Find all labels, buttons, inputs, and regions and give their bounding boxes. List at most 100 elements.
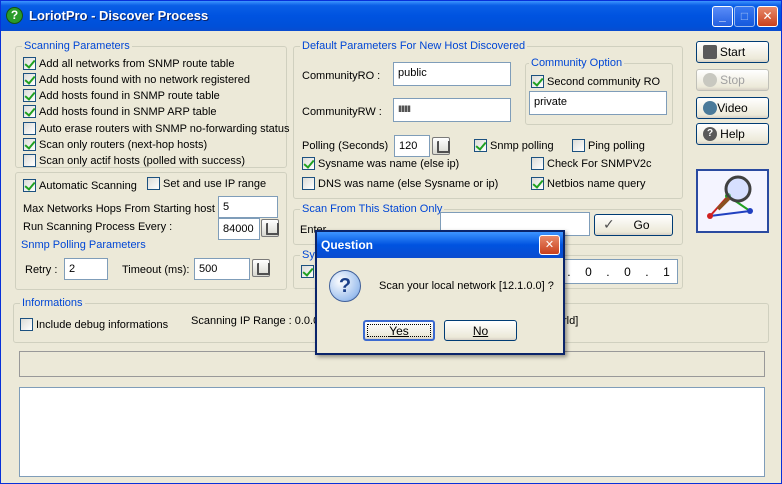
second-community-checkbox[interactable]: Second community RO — [531, 75, 660, 88]
checkbox-box — [531, 75, 544, 88]
checkbox-label: Add hosts found in SNMP ARP table — [39, 105, 217, 118]
dialog-close-button[interactable]: ✕ — [539, 235, 560, 255]
checkbox-box — [302, 177, 315, 190]
checkbox-label: Sysname was name (else ip) — [318, 157, 460, 170]
dns-checkbox[interactable]: DNS was name (else Sysname or ip) — [302, 177, 498, 190]
checkbox-box — [23, 57, 36, 70]
community-rw-input[interactable]: IIIIIIII — [393, 98, 511, 122]
debug-checkbox[interactable]: Include debug informations — [20, 318, 168, 331]
stop-icon — [703, 73, 717, 87]
help-button[interactable]: ? Help — [696, 123, 769, 145]
run-every-picker-icon[interactable] — [261, 219, 279, 237]
minimize-button[interactable]: _ — [712, 6, 733, 27]
app-help-icon: ? — [6, 7, 23, 24]
ip-dot: . — [567, 264, 571, 279]
check-snmpv2c-checkbox[interactable]: Check For SNMPV2c — [531, 157, 652, 170]
start-button[interactable]: Start — [696, 41, 769, 63]
second-community-input[interactable]: private — [529, 91, 667, 115]
close-icon: ✕ — [762, 9, 773, 23]
checkbox-label: Scan only actif hosts (polled with succe… — [39, 154, 246, 167]
scan-only-routers-checkbox[interactable]: Scan only routers (next-hop hosts) — [23, 138, 207, 151]
sysname-checkbox[interactable]: Sysname was name (else ip) — [302, 157, 459, 170]
community-ro-label: CommunityRO : — [302, 70, 381, 82]
checkbox-box — [531, 177, 544, 190]
scanning-ip-range-text: Scanning IP Range : 0.0.0 — [191, 315, 320, 327]
polling-picker-icon[interactable] — [432, 137, 450, 155]
timeout-picker-icon[interactable] — [252, 259, 270, 277]
add-hosts-route-table-checkbox[interactable]: Add hosts found in SNMP route table — [23, 89, 220, 102]
checkbox-label: Add hosts found in SNMP route table — [39, 89, 220, 102]
discovery-logo-icon — [696, 169, 769, 233]
checkbox-label: Ping polling — [588, 139, 645, 152]
default-parameters-legend: Default Parameters For New Host Discover… — [300, 40, 528, 52]
dialog-message: Scan your local network [12.1.0.0] ? — [379, 280, 554, 292]
scan-only-actif-checkbox[interactable]: Scan only actif hosts (polled with succe… — [23, 154, 245, 167]
log-output[interactable] — [19, 387, 765, 477]
checkbox-label: Scan only routers (next-hop hosts) — [39, 138, 208, 151]
question-icon: ? — [329, 270, 361, 302]
run-every-label: Run Scanning Process Every : — [23, 221, 173, 233]
maximize-icon: □ — [740, 9, 749, 23]
dialog-title-bar[interactable]: Question ✕ — [317, 232, 563, 258]
retry-input[interactable]: 2 — [64, 258, 108, 280]
add-hosts-arp-table-checkbox[interactable]: Add hosts found in SNMP ARP table — [23, 105, 217, 118]
ip-octet: 1 — [663, 264, 670, 279]
window-title: LoriotPro - Discover Process — [29, 8, 209, 23]
run-every-input[interactable]: 84000 — [218, 218, 260, 240]
checkbox-box — [531, 157, 544, 170]
timeout-input[interactable]: 500 — [194, 258, 250, 280]
timeout-label: Timeout (ms): — [122, 264, 190, 276]
informations-legend: Informations — [20, 297, 85, 309]
video-button[interactable]: Video — [696, 97, 769, 119]
yes-button[interactable]: Yes — [363, 320, 435, 341]
checkbox-box — [23, 122, 36, 135]
checkmark-icon: ✓ — [603, 216, 615, 232]
minimize-icon: _ — [719, 9, 726, 23]
polling-seconds-label: Polling (Seconds) — [302, 140, 389, 152]
add-hosts-no-network-checkbox[interactable]: Add hosts found with no network register… — [23, 73, 250, 86]
checkbox-label: Check For SNMPV2c — [547, 157, 652, 170]
checkbox-label: Auto erase routers with SNMP no-forwardi… — [39, 122, 290, 135]
discover-process-window: ? LoriotPro - Discover Process _ □ ✕ Sca… — [0, 0, 782, 484]
question-dialog: Question ✕ ? Scan your local network [12… — [315, 230, 565, 355]
ping-polling-checkbox[interactable]: Ping polling — [572, 139, 645, 152]
ip-range-checkbox[interactable]: Set and use IP range — [147, 177, 266, 190]
community-ro-input[interactable]: public — [393, 62, 511, 86]
stop-button[interactable]: Stop — [696, 69, 769, 91]
max-hops-input[interactable]: 5 — [218, 196, 278, 218]
auto-erase-routers-checkbox[interactable]: Auto erase routers with SNMP no-forwardi… — [23, 122, 289, 135]
checkbox-box — [147, 177, 160, 190]
maximize-button[interactable]: □ — [734, 6, 755, 27]
retry-label: Retry : — [25, 264, 58, 276]
checkbox-box — [23, 154, 36, 167]
help-button-label: Help — [720, 127, 745, 141]
checkbox-label: Include debug informations — [36, 318, 169, 331]
checkbox-box — [23, 105, 36, 118]
checkbox-box — [474, 139, 487, 152]
ip-address-field[interactable]: . 0 . 0 . 1 — [559, 259, 678, 284]
checkbox-box — [302, 157, 315, 170]
yes-button-label: Yes — [389, 323, 409, 338]
max-hops-label: Max Networks Hops From Starting host : — [23, 203, 222, 215]
checkbox-label: Add hosts found with no network register… — [39, 73, 250, 86]
checkbox-label: Automatic Scanning — [39, 179, 137, 192]
dialog-title: Question — [321, 238, 374, 252]
no-button[interactable]: No — [444, 320, 517, 341]
polling-seconds-input[interactable]: 120 — [394, 135, 430, 157]
checkbox-box — [301, 265, 314, 278]
go-button[interactable]: ✓ Go — [594, 214, 673, 236]
close-button[interactable]: ✕ — [757, 6, 778, 27]
help-icon: ? — [703, 127, 717, 141]
scanning-ip-range-tail: rld] — [563, 315, 579, 327]
video-icon — [703, 101, 717, 115]
ip-dot: . — [645, 264, 649, 279]
title-bar[interactable]: ? LoriotPro - Discover Process _ □ ✕ — [1, 1, 781, 31]
automatic-scanning-checkbox[interactable]: Automatic Scanning — [23, 179, 137, 192]
no-button-label: No — [472, 323, 489, 338]
checkbox-label: DNS was name (else Sysname or ip) — [318, 177, 499, 190]
checkbox-box — [20, 318, 33, 331]
snmp-polling-checkbox[interactable]: Snmp polling — [474, 139, 554, 152]
netbios-checkbox[interactable]: Netbios name query — [531, 177, 645, 190]
checkbox-label: Set and use IP range — [163, 177, 267, 190]
add-networks-route-table-checkbox[interactable]: Add all networks from SNMP route table — [23, 57, 234, 70]
